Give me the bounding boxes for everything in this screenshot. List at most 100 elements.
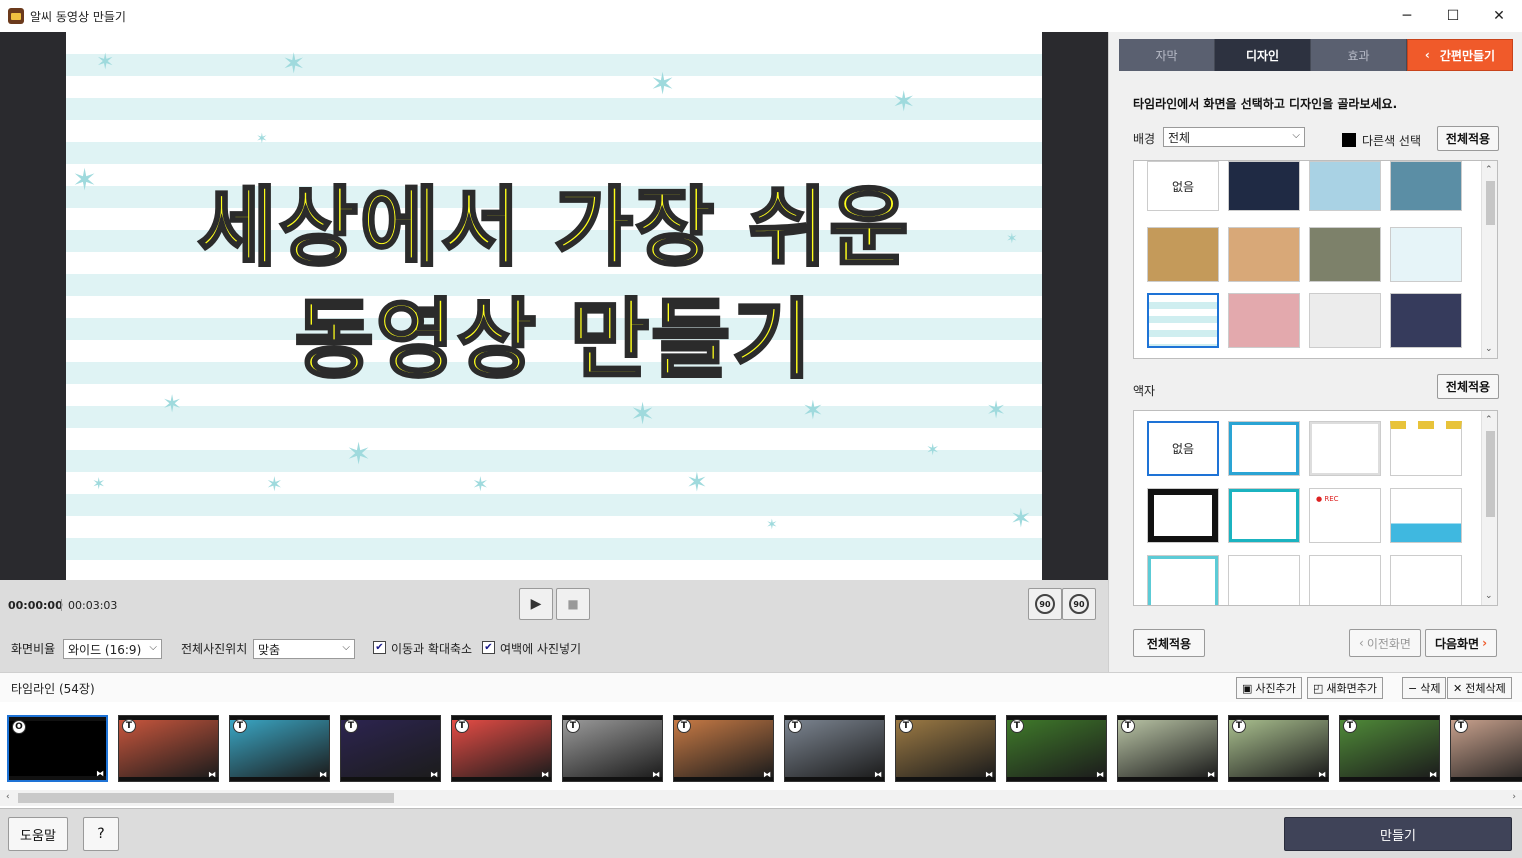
frame-tile[interactable] [1309, 421, 1381, 476]
frame-tile[interactable] [1147, 555, 1219, 605]
timeline-item[interactable]: T⧓ [895, 715, 996, 782]
tab-subtitle[interactable]: 자막 [1119, 39, 1215, 71]
stop-icon: ■ [567, 597, 579, 611]
frame-tile[interactable]: ● REC [1309, 488, 1381, 543]
transition-icon: ⧓ [541, 770, 549, 779]
add-photo-button[interactable]: ▣ 사진추가 [1236, 677, 1302, 699]
rotate-right-button[interactable]: 90 [1062, 588, 1096, 620]
rotate-left-button[interactable]: 90 [1028, 588, 1062, 620]
stop-button[interactable]: ■ [556, 588, 590, 620]
background-apply-all-button[interactable]: 전체적용 [1437, 126, 1499, 151]
delete-button[interactable]: − 삭제 [1402, 677, 1447, 699]
tab-effect[interactable]: 효과 [1311, 39, 1407, 71]
scroll-left-icon[interactable]: ‹ [6, 792, 10, 802]
timeline-item[interactable]: T⧓ [673, 715, 774, 782]
chevron-down-icon: ⌵ [1292, 130, 1300, 141]
prev-screen-label: 이전화면 [1366, 636, 1411, 651]
scroll-thumb[interactable] [18, 793, 394, 803]
timeline-item[interactable]: T⧓ [229, 715, 330, 782]
transition-icon: ⧓ [319, 770, 327, 779]
background-tile[interactable] [1390, 227, 1462, 282]
ratio-value: 와이드 (16:9) [68, 642, 142, 657]
close-button[interactable]: ✕ [1476, 0, 1522, 32]
window-title: 알씨 동영상 만들기 [30, 9, 126, 24]
position-label: 전체사진위치 [181, 642, 248, 656]
easy-make-button[interactable]: ‹ 간편만들기 [1407, 39, 1513, 71]
scroll-thumb[interactable] [1486, 181, 1495, 225]
screen-type-badge: T [1343, 719, 1357, 733]
background-scrollbar[interactable]: ⌃ ⌄ [1481, 161, 1497, 358]
timeline-item[interactable]: T⧓ [562, 715, 663, 782]
timeline-item[interactable]: T⧓ [1228, 715, 1329, 782]
timeline-item[interactable]: T⧓ [784, 715, 885, 782]
timeline-header: 타임라인 (54장) ▣ 사진추가 ◰ 새화면추가 − 삭제 ✕ 전체삭제 [0, 672, 1522, 702]
frame-tile[interactable] [1228, 421, 1300, 476]
timeline-item[interactable]: T⧓ [118, 715, 219, 782]
timeline-item[interactable]: O ⧓ [7, 715, 108, 782]
prev-screen-button[interactable]: ‹ 이전화면 [1349, 629, 1421, 657]
scroll-right-icon[interactable]: › [1512, 792, 1516, 802]
timeline-item[interactable]: T⧓ [1006, 715, 1107, 782]
frame-tile[interactable] [1228, 488, 1300, 543]
background-tile[interactable] [1147, 293, 1219, 348]
background-tile[interactable] [1390, 161, 1462, 211]
next-screen-label: 다음화면 [1434, 636, 1480, 651]
frame-scrollbar[interactable]: ⌃ ⌄ [1481, 411, 1497, 605]
scroll-thumb[interactable] [1486, 431, 1495, 517]
app-icon [8, 8, 24, 24]
frame-tile[interactable] [1309, 555, 1381, 605]
frame-apply-all-button[interactable]: 전체적용 [1437, 374, 1499, 399]
background-category-select[interactable]: 전체 ⌵ [1163, 127, 1305, 147]
background-tile[interactable] [1309, 227, 1381, 282]
timeline-item[interactable]: T⧓ [1339, 715, 1440, 782]
color-swatch[interactable] [1342, 133, 1356, 147]
make-button[interactable]: 만들기 [1284, 817, 1512, 851]
background-category-value: 전체 [1168, 130, 1191, 145]
scroll-down-icon[interactable]: ⌄ [1485, 344, 1493, 354]
background-tile[interactable] [1228, 161, 1300, 211]
screen-type-badge: O [12, 720, 26, 734]
timeline-item[interactable]: T⧓ [340, 715, 441, 782]
background-tile[interactable]: 없음 [1147, 161, 1219, 211]
frame-tile[interactable] [1390, 421, 1462, 476]
background-tile[interactable] [1309, 161, 1381, 211]
tab-design[interactable]: 디자인 [1215, 39, 1311, 71]
frame-tile[interactable]: 없음 [1147, 421, 1219, 476]
timeline-item[interactable]: T⧓ [451, 715, 552, 782]
add-new-screen-label: 새화면추가 [1326, 682, 1378, 695]
maximize-button[interactable]: ☐ [1430, 0, 1476, 32]
background-tile[interactable] [1228, 227, 1300, 282]
scroll-down-icon[interactable]: ⌄ [1485, 591, 1493, 601]
timeline-scrollbar[interactable]: ‹ › [0, 790, 1522, 806]
delete-all-button[interactable]: ✕ 전체삭제 [1447, 677, 1512, 699]
margin-photo-checkbox[interactable]: ✔ [482, 641, 495, 654]
question-button[interactable]: ? [83, 817, 119, 851]
timeline-item[interactable]: T⧓ [1450, 715, 1522, 782]
frame-tile[interactable] [1390, 555, 1462, 605]
move-zoom-checkbox[interactable]: ✔ [373, 641, 386, 654]
other-color-label[interactable]: 다른색 선택 [1362, 132, 1421, 149]
playback-bar: 00:00:00 00:03:03 ▶ ■ 90 90 [0, 580, 1108, 630]
background-tile[interactable] [1147, 227, 1219, 282]
frame-tile[interactable] [1390, 488, 1462, 543]
minimize-button[interactable]: ─ [1384, 0, 1430, 32]
frame-tile[interactable] [1228, 555, 1300, 605]
position-select[interactable]: 맞춤 ⌵ [253, 639, 355, 659]
next-screen-button[interactable]: 다음화면 › [1425, 629, 1497, 657]
play-button[interactable]: ▶ [519, 588, 553, 620]
scroll-up-icon[interactable]: ⌃ [1485, 415, 1493, 425]
frame-tile[interactable] [1147, 488, 1219, 543]
background-tile[interactable] [1390, 293, 1462, 348]
background-tile[interactable] [1228, 293, 1300, 348]
frame-label: 액자 [1133, 384, 1156, 398]
help-button[interactable]: 도움말 [8, 817, 68, 851]
background-tile[interactable] [1309, 293, 1381, 348]
transition-icon: ⧓ [96, 769, 104, 778]
preview-canvas[interactable]: ✶ ✶ ✶ ✶ ✶ ✶ ✶ ✶ ✶ ✶ ✶ ✶ ✶ ✶ ✶ ✶ ✶ ✶ ✶ 세상… [66, 32, 1042, 580]
apply-all-button[interactable]: 전체적용 [1133, 629, 1205, 657]
add-new-screen-button[interactable]: ◰ 새화면추가 [1307, 677, 1384, 699]
footer-bar: 도움말 ? 만들기 [0, 808, 1522, 858]
timeline-item[interactable]: T⧓ [1117, 715, 1218, 782]
ratio-select[interactable]: 와이드 (16:9) ⌵ [63, 639, 162, 659]
scroll-up-icon[interactable]: ⌃ [1485, 165, 1493, 175]
